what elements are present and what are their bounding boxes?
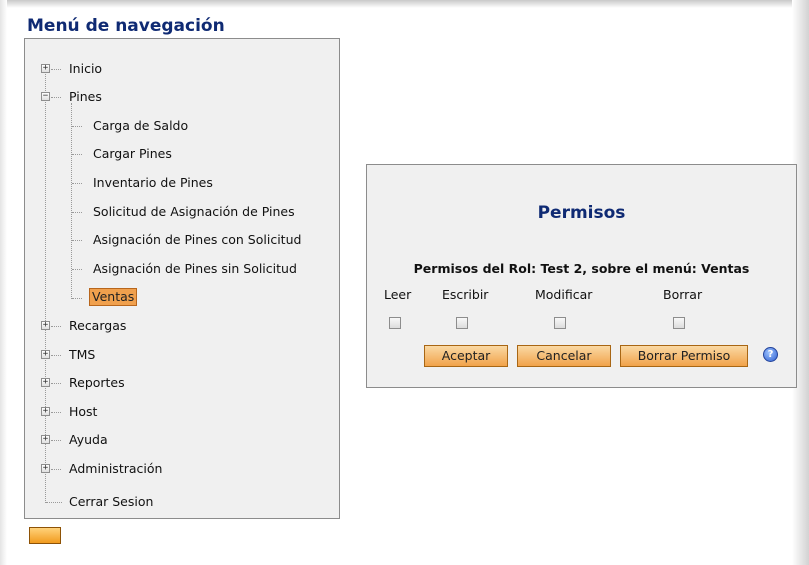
col-modificar-label: Modificar — [535, 287, 593, 302]
nav-item-pines[interactable]: Pines — [69, 89, 102, 105]
tree-branch — [72, 212, 82, 213]
tree-branch — [72, 269, 82, 270]
tree-branch — [51, 69, 61, 70]
tree-branch — [51, 355, 61, 356]
tree-branch — [46, 502, 62, 503]
expand-ayuda-icon[interactable]: + — [41, 435, 50, 444]
expand-administracion-icon[interactable]: + — [41, 464, 50, 473]
nav-item-recargas[interactable]: Recargas — [69, 318, 126, 334]
window-top-shadow — [0, 0, 795, 8]
tree-branch — [51, 383, 61, 384]
col-escribir-label: Escribir — [442, 287, 489, 302]
nav-item-host[interactable]: Host — [69, 404, 97, 420]
expand-tms-icon[interactable]: + — [41, 350, 50, 359]
tree-branch — [51, 326, 61, 327]
nav-item-inventario-de-pines[interactable]: Inventario de Pines — [93, 175, 213, 191]
nav-item-asignacion-con-solicitud[interactable]: Asignación de Pines con Solicitud — [93, 232, 301, 248]
tree-branch — [51, 440, 61, 441]
aceptar-button[interactable]: Aceptar — [424, 345, 508, 367]
expand-recargas-icon[interactable]: + — [41, 321, 50, 330]
tree-branch — [51, 412, 61, 413]
leer-checkbox[interactable] — [389, 317, 401, 329]
nav-item-ayuda[interactable]: Ayuda — [69, 432, 108, 448]
borrar-checkbox[interactable] — [673, 317, 685, 329]
escribir-checkbox[interactable] — [456, 317, 468, 329]
nav-item-administracion[interactable]: Administración — [69, 461, 162, 477]
nav-item-reportes[interactable]: Reportes — [69, 375, 125, 391]
borrar-permiso-button[interactable]: Borrar Permiso — [620, 345, 748, 367]
tree-branch — [51, 469, 61, 470]
nav-item-solicitud-asignacion[interactable]: Solicitud de Asignación de Pines — [93, 204, 295, 220]
collapse-pines-icon[interactable]: − — [41, 92, 50, 101]
window-left-shadow — [0, 0, 7, 565]
tree-branch — [72, 240, 82, 241]
nav-item-cerrar-sesion[interactable]: Cerrar Sesion — [69, 494, 153, 510]
nav-item-inicio[interactable]: Inicio — [69, 61, 102, 77]
cancelar-button[interactable]: Cancelar — [517, 345, 611, 367]
nav-item-tms[interactable]: TMS — [69, 347, 95, 363]
nav-title: Menú de navegación — [27, 16, 225, 36]
modificar-checkbox[interactable] — [554, 317, 566, 329]
expand-reportes-icon[interactable]: + — [41, 378, 50, 387]
expand-inicio-icon[interactable]: + — [41, 64, 50, 73]
tree-branch — [72, 183, 82, 184]
tree-branch — [72, 126, 82, 127]
permisos-title: Permisos — [537, 203, 626, 223]
help-icon[interactable]: ? — [763, 347, 778, 362]
orange-action-button[interactable] — [29, 527, 61, 544]
col-borrar-label: Borrar — [663, 287, 703, 302]
nav-tree-panel: + Inicio − Pines Carga de Saldo Cargar P… — [24, 38, 340, 519]
permisos-panel: Permisos Permisos del Rol: Test 2, sobre… — [366, 164, 797, 388]
tree-branch — [72, 154, 82, 155]
col-leer-label: Leer — [384, 287, 412, 302]
expand-host-icon[interactable]: + — [41, 407, 50, 416]
nav-item-asignacion-sin-solicitud[interactable]: Asignación de Pines sin Solicitud — [93, 261, 297, 277]
permisos-subtitle: Permisos del Rol: Test 2, sobre el menú:… — [413, 261, 750, 276]
nav-item-cargar-pines[interactable]: Cargar Pines — [93, 146, 172, 162]
tree-branch — [72, 298, 82, 299]
tree-branch — [51, 97, 61, 98]
nav-item-carga-de-saldo[interactable]: Carga de Saldo — [93, 118, 188, 134]
nav-item-ventas[interactable]: Ventas — [89, 288, 138, 306]
